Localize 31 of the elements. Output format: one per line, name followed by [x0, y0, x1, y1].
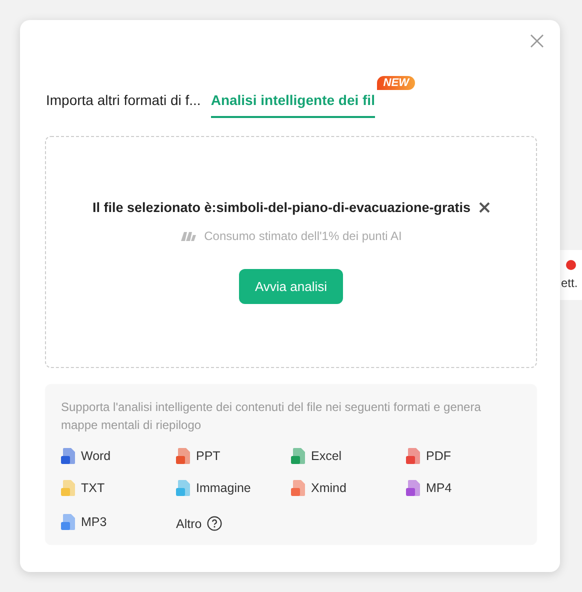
- ai-points-icon: [180, 230, 196, 242]
- format-label: PDF: [426, 449, 451, 463]
- formats-description: Supporta l'analisi intelligente dei contenuti del file nei seguenti formati e genera mappe mentali di riepilogo: [61, 399, 482, 434]
- file-icon: [176, 480, 191, 496]
- tab[interactable]: Importa altri formati di f...: [46, 92, 201, 118]
- format-label: MP3: [81, 514, 107, 528]
- format-label: Excel: [311, 449, 342, 463]
- item-label: ett.: [561, 276, 578, 290]
- format-label: Immagine: [196, 481, 251, 495]
- close-icon[interactable]: [530, 34, 544, 48]
- status-dot: [566, 260, 576, 270]
- format-label: Xmind: [311, 481, 346, 495]
- format-label: PPT: [196, 449, 220, 463]
- file-icon: [291, 448, 306, 464]
- file-icon: [61, 480, 76, 496]
- file-icon: [61, 514, 76, 530]
- new-badge: NEW: [377, 76, 415, 90]
- cost-note: Consumo stimato dell'1% dei punti AI: [204, 229, 402, 243]
- file-icon: [61, 448, 76, 464]
- file-icon: [291, 480, 306, 496]
- start-analysis-button[interactable]: Avvia analisi: [238, 269, 344, 304]
- file-icon: [176, 448, 191, 464]
- remove-icon[interactable]: [478, 202, 490, 213]
- format-label: MP4: [426, 481, 452, 495]
- more-label: Altro: [176, 516, 202, 530]
- help-icon[interactable]: [206, 516, 222, 531]
- selected-file-label: Il file selezionato è:simboli-del-piano-di-evacuazione-gratis: [92, 200, 471, 215]
- format-label: TXT: [81, 481, 105, 495]
- format-label: Word: [81, 449, 111, 463]
- file-icon: [406, 448, 421, 464]
- file-icon: [406, 480, 421, 496]
